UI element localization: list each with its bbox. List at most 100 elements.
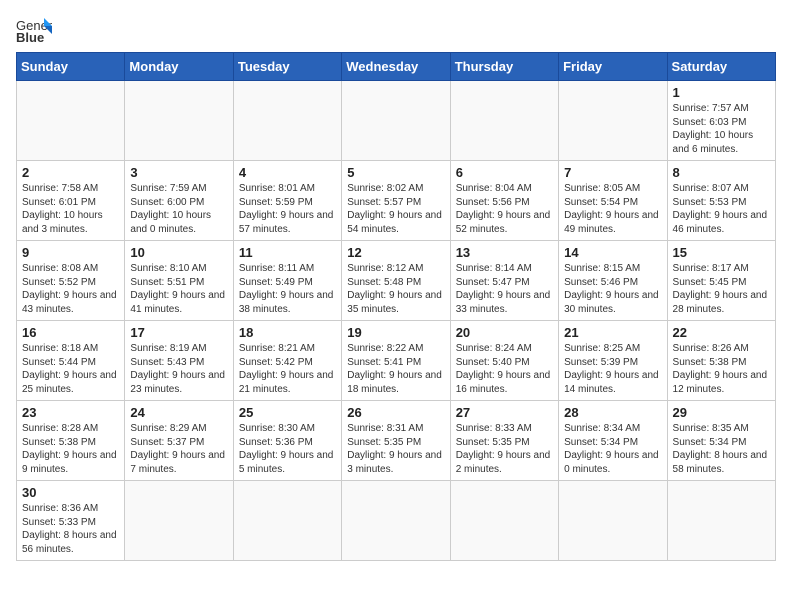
day-info: Sunrise: 8:01 AM Sunset: 5:59 PM Dayligh… [239,182,336,236]
day-info: Sunrise: 8:05 AM Sunset: 5:54 PM Dayligh… [564,182,661,236]
day-number: 23 [22,405,119,420]
day-info: Sunrise: 8:36 AM Sunset: 5:33 PM Dayligh… [22,502,119,556]
day-number: 2 [22,165,119,180]
day-number: 9 [22,245,119,260]
calendar-cell: 15 Sunrise: 8:17 AM Sunset: 5:45 PM Dayli… [667,241,775,321]
calendar-cell: 18 Sunrise: 8:21 AM Sunset: 5:42 PM Dayli… [233,321,341,401]
day-number: 14 [564,245,661,260]
day-info: Sunrise: 8:17 AM Sunset: 5:45 PM Dayligh… [673,262,770,316]
day-number: 21 [564,325,661,340]
calendar-cell: 21 Sunrise: 8:25 AM Sunset: 5:39 PM Dayli… [559,321,667,401]
day-number: 27 [456,405,553,420]
day-number: 18 [239,325,336,340]
day-number: 5 [347,165,444,180]
day-info: Sunrise: 8:31 AM Sunset: 5:35 PM Dayligh… [347,422,444,476]
day-info: Sunrise: 8:02 AM Sunset: 5:57 PM Dayligh… [347,182,444,236]
day-of-week-header: Sunday [17,53,125,81]
calendar-cell [233,481,341,561]
day-info: Sunrise: 8:18 AM Sunset: 5:44 PM Dayligh… [22,342,119,396]
day-info: Sunrise: 8:34 AM Sunset: 5:34 PM Dayligh… [564,422,661,476]
day-number: 13 [456,245,553,260]
svg-text:Blue: Blue [16,30,44,44]
calendar-cell: 7 Sunrise: 8:05 AM Sunset: 5:54 PM Daylig… [559,161,667,241]
day-info: Sunrise: 8:15 AM Sunset: 5:46 PM Dayligh… [564,262,661,316]
calendar-cell: 16 Sunrise: 8:18 AM Sunset: 5:44 PM Dayli… [17,321,125,401]
day-info: Sunrise: 8:25 AM Sunset: 5:39 PM Dayligh… [564,342,661,396]
day-number: 16 [22,325,119,340]
page-header: General Blue [16,16,776,44]
calendar-cell: 11Sunrise: 8:11 AM Sunset: 5:49 PM Dayli… [233,241,341,321]
day-number: 12 [347,245,444,260]
day-info: Sunrise: 7:57 AM Sunset: 6:03 PM Dayligh… [673,102,770,156]
calendar-cell [233,81,341,161]
day-info: Sunrise: 8:24 AM Sunset: 5:40 PM Dayligh… [456,342,553,396]
day-info: Sunrise: 8:10 AM Sunset: 5:51 PM Dayligh… [130,262,227,316]
day-info: Sunrise: 7:58 AM Sunset: 6:01 PM Dayligh… [22,182,119,236]
day-of-week-header: Wednesday [342,53,450,81]
calendar-cell: 14 Sunrise: 8:15 AM Sunset: 5:46 PM Dayli… [559,241,667,321]
calendar-cell: 9 Sunrise: 8:08 AM Sunset: 5:52 PM Daylig… [17,241,125,321]
calendar-cell [450,481,558,561]
calendar-cell [450,81,558,161]
day-number: 19 [347,325,444,340]
calendar-cell [559,481,667,561]
day-info: Sunrise: 8:19 AM Sunset: 5:43 PM Dayligh… [130,342,227,396]
day-of-week-header: Friday [559,53,667,81]
day-number: 29 [673,405,770,420]
day-info: Sunrise: 8:21 AM Sunset: 5:42 PM Dayligh… [239,342,336,396]
calendar-cell: 3 Sunrise: 7:59 AM Sunset: 6:00 PM Daylig… [125,161,233,241]
day-number: 30 [22,485,119,500]
calendar-week-row: 16 Sunrise: 8:18 AM Sunset: 5:44 PM Dayli… [17,321,776,401]
calendar-cell: 29 Sunrise: 8:35 AM Sunset: 5:34 PM Dayli… [667,401,775,481]
calendar-cell: 25Sunrise: 8:30 AM Sunset: 5:36 PM Dayli… [233,401,341,481]
calendar-cell [559,81,667,161]
calendar-week-row: 30 Sunrise: 8:36 AM Sunset: 5:33 PM Dayli… [17,481,776,561]
calendar-cell: 24 Sunrise: 8:29 AM Sunset: 5:37 PM Dayli… [125,401,233,481]
day-number: 25 [239,405,336,420]
day-info: Sunrise: 8:04 AM Sunset: 5:56 PM Dayligh… [456,182,553,236]
day-of-week-header: Thursday [450,53,558,81]
calendar-cell: 20Sunrise: 8:24 AM Sunset: 5:40 PM Dayli… [450,321,558,401]
calendar-cell [17,81,125,161]
calendar-cell: 22Sunrise: 8:26 AM Sunset: 5:38 PM Dayli… [667,321,775,401]
calendar-cell [125,81,233,161]
day-info: Sunrise: 8:11 AM Sunset: 5:49 PM Dayligh… [239,262,336,316]
day-of-week-header: Monday [125,53,233,81]
calendar-cell: 2 Sunrise: 7:58 AM Sunset: 6:01 PM Daylig… [17,161,125,241]
calendar-week-row: 9 Sunrise: 8:08 AM Sunset: 5:52 PM Daylig… [17,241,776,321]
day-number: 24 [130,405,227,420]
calendar-cell: 28 Sunrise: 8:34 AM Sunset: 5:34 PM Dayli… [559,401,667,481]
calendar-cell [342,481,450,561]
day-number: 7 [564,165,661,180]
calendar-cell: 13Sunrise: 8:14 AM Sunset: 5:47 PM Dayli… [450,241,558,321]
calendar-cell: 10Sunrise: 8:10 AM Sunset: 5:51 PM Dayli… [125,241,233,321]
calendar-cell: 6 Sunrise: 8:04 AM Sunset: 5:56 PM Daylig… [450,161,558,241]
day-number: 22 [673,325,770,340]
day-number: 6 [456,165,553,180]
calendar-cell: 19 Sunrise: 8:22 AM Sunset: 5:41 PM Dayli… [342,321,450,401]
calendar-cell [667,481,775,561]
day-info: Sunrise: 8:22 AM Sunset: 5:41 PM Dayligh… [347,342,444,396]
day-info: Sunrise: 8:35 AM Sunset: 5:34 PM Dayligh… [673,422,770,476]
day-info: Sunrise: 8:29 AM Sunset: 5:37 PM Dayligh… [130,422,227,476]
calendar-week-row: 1Sunrise: 7:57 AM Sunset: 6:03 PM Daylig… [17,81,776,161]
day-of-week-header: Saturday [667,53,775,81]
logo-icon: General Blue [16,16,52,44]
day-number: 15 [673,245,770,260]
calendar-cell: 27 Sunrise: 8:33 AM Sunset: 5:35 PM Dayli… [450,401,558,481]
day-number: 17 [130,325,227,340]
day-number: 26 [347,405,444,420]
day-info: Sunrise: 8:08 AM Sunset: 5:52 PM Dayligh… [22,262,119,316]
calendar-cell: 30 Sunrise: 8:36 AM Sunset: 5:33 PM Dayli… [17,481,125,561]
logo: General Blue [16,16,56,44]
day-info: Sunrise: 8:33 AM Sunset: 5:35 PM Dayligh… [456,422,553,476]
calendar-week-row: 2 Sunrise: 7:58 AM Sunset: 6:01 PM Daylig… [17,161,776,241]
calendar-week-row: 23 Sunrise: 8:28 AM Sunset: 5:38 PM Dayli… [17,401,776,481]
day-number: 28 [564,405,661,420]
day-number: 3 [130,165,227,180]
calendar-cell: 23 Sunrise: 8:28 AM Sunset: 5:38 PM Dayli… [17,401,125,481]
calendar-cell [342,81,450,161]
day-info: Sunrise: 8:28 AM Sunset: 5:38 PM Dayligh… [22,422,119,476]
day-number: 8 [673,165,770,180]
day-info: Sunrise: 7:59 AM Sunset: 6:00 PM Dayligh… [130,182,227,236]
